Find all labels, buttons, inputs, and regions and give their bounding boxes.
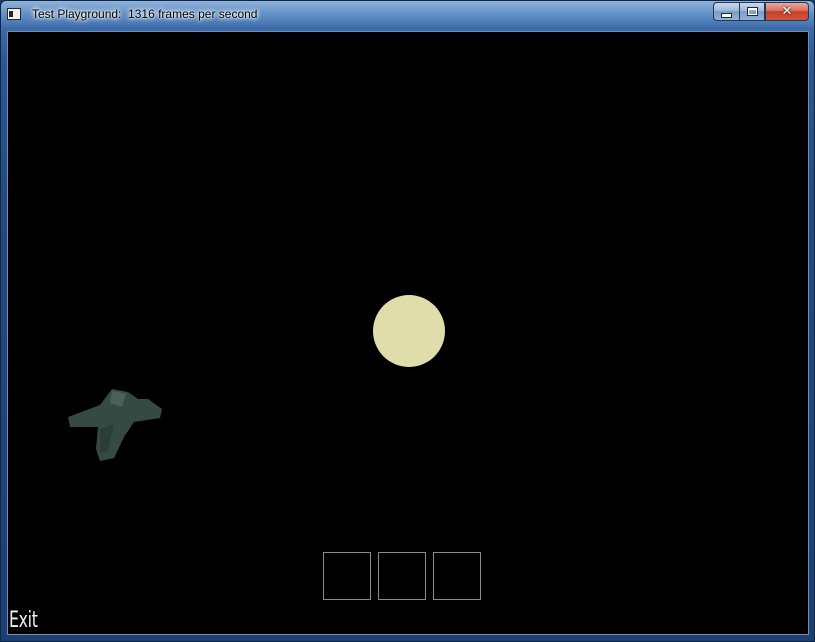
inventory-slot-2[interactable] (378, 552, 426, 600)
window-icon[interactable] (7, 8, 21, 20)
sun-sphere (373, 295, 445, 367)
title-bar[interactable]: Test Playground: 1316 frames per second … (1, 1, 814, 29)
close-icon: ✕ (781, 4, 793, 19)
caption-buttons: ✕ (713, 2, 809, 21)
minimize-button[interactable] (713, 2, 739, 21)
game-viewport[interactable]: Exit (7, 31, 809, 635)
close-button[interactable]: ✕ (765, 2, 809, 21)
spaceship-model (68, 389, 162, 461)
inventory-slot-1[interactable] (323, 552, 371, 600)
app-window: Test Playground: 1316 frames per second … (0, 0, 815, 642)
window-title: Test Playground: 1316 frames per second (32, 7, 258, 21)
exit-button[interactable]: Exit (9, 608, 38, 633)
maximize-button[interactable] (739, 2, 765, 21)
inventory-slot-3[interactable] (433, 552, 481, 600)
maximize-icon (746, 7, 758, 16)
minimize-icon (721, 12, 732, 18)
